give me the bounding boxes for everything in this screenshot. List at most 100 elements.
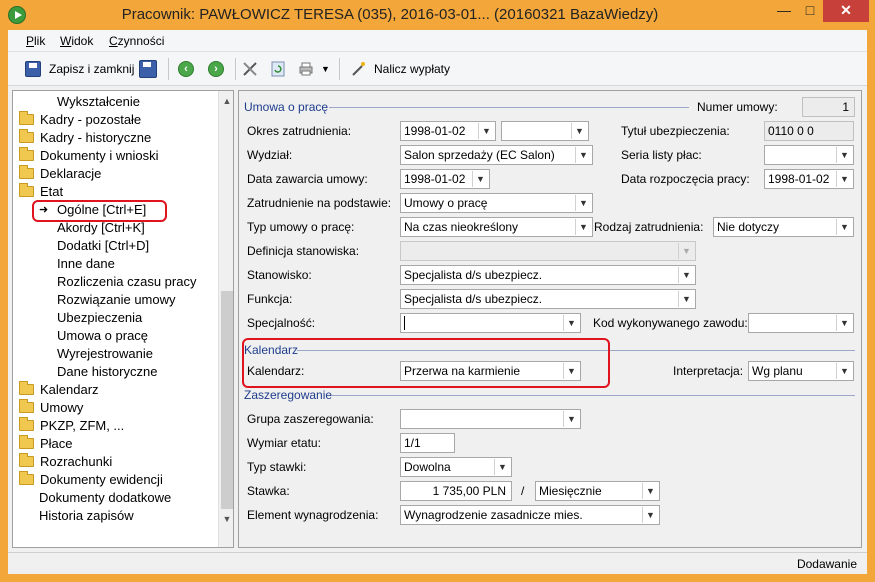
title-bar[interactable]: Pracownik: PAWŁOWICZ TERESA (035), 2016-…: [0, 0, 875, 30]
chevron-down-icon[interactable]: ▼: [563, 315, 579, 331]
tree-item[interactable]: Ubezpieczenia: [57, 309, 142, 327]
contract-date-label: Data zawarcia umowy:: [247, 172, 368, 186]
application-window: Pracownik: PAWŁOWICZ TERESA (035), 2016-…: [0, 0, 875, 582]
chevron-down-icon[interactable]: ▼: [575, 219, 591, 235]
tree-item[interactable]: Dokumenty i wnioski: [19, 147, 159, 165]
tree-item-label: Dokumenty dodatkowe: [39, 490, 172, 505]
tree-item-label: Inne dane: [57, 256, 115, 271]
tree-item[interactable]: Inne dane: [57, 255, 115, 273]
scroll-up-icon[interactable]: ▲: [219, 93, 233, 109]
refresh-button[interactable]: [270, 59, 286, 79]
grade-group-select[interactable]: ▼: [400, 409, 581, 429]
tree-item[interactable]: Kalendarz: [19, 381, 99, 399]
chevron-down-icon[interactable]: ▼: [575, 195, 591, 211]
chevron-down-icon[interactable]: ▼: [472, 171, 488, 187]
chevron-down-icon[interactable]: ▼: [571, 123, 587, 139]
tree-item[interactable]: Historia zapisów: [39, 507, 134, 525]
tree-item[interactable]: Rozrachunki: [19, 453, 112, 471]
chevron-down-icon[interactable]: ▼: [678, 291, 694, 307]
chevron-down-icon[interactable]: ▼: [575, 147, 591, 163]
tree-item[interactable]: Kadry - pozostałe: [19, 111, 141, 129]
tree-item[interactable]: Etat: [19, 183, 63, 201]
tree-item[interactable]: Deklaracje: [19, 165, 101, 183]
rate-field[interactable]: 1 735,00 PLN: [400, 481, 512, 501]
position-select[interactable]: Specjalista d/s ubezpiecz. ▼: [400, 265, 696, 285]
window-title: Pracownik: PAWŁOWICZ TERESA (035), 2016-…: [121, 6, 659, 23]
tools-button[interactable]: [242, 59, 258, 79]
save-close-button[interactable]: Zapisz i zamknij: [25, 59, 134, 79]
tree-item[interactable]: Dodatki [Ctrl+D]: [57, 237, 149, 255]
chevron-down-icon[interactable]: ▼: [563, 411, 579, 427]
tree-item-label: Historia zapisów: [39, 508, 134, 523]
rate-period-select[interactable]: Miesięcznie ▼: [535, 481, 660, 501]
tree-item-label: Dokumenty i wnioski: [40, 148, 159, 163]
employment-kind-select[interactable]: Nie dotyczy ▼: [713, 217, 854, 237]
start-date-field[interactable]: 1998-01-02 ▼: [764, 169, 854, 189]
work-time-field[interactable]: 1/1: [400, 433, 455, 453]
folder-icon: [19, 471, 34, 485]
position-definition-label: Definicja stanowiska:: [247, 244, 360, 258]
maximize-button[interactable]: □: [797, 0, 823, 22]
interpretation-select[interactable]: Wg planu ▼: [748, 361, 854, 381]
back-button[interactable]: ‹: [178, 59, 194, 79]
occupation-code-select[interactable]: ▼: [748, 313, 854, 333]
chevron-down-icon[interactable]: ▼: [321, 64, 330, 74]
scroll-thumb[interactable]: [221, 291, 233, 509]
tree-item-label: Kadry - pozostałe: [40, 112, 142, 127]
tree-item[interactable]: PKZP, ZFM, ...: [19, 417, 124, 435]
tree-item[interactable]: Umowa o pracę: [57, 327, 148, 345]
chevron-down-icon[interactable]: ▼: [478, 123, 494, 139]
tree-item[interactable]: Wykształcenie: [57, 93, 140, 111]
forward-button[interactable]: ›: [208, 59, 224, 79]
tree-item[interactable]: Płace: [19, 435, 73, 453]
calculate-pay-label: Nalicz wypłaty: [374, 62, 451, 76]
status-bar: Dodawanie: [8, 552, 867, 574]
employment-to-field[interactable]: ▼: [501, 121, 589, 141]
department-select[interactable]: Salon sprzedaży (EC Salon) ▼: [400, 145, 593, 165]
tree-item[interactable]: Dane historyczne: [57, 363, 157, 381]
app-icon[interactable]: [8, 6, 26, 24]
chevron-down-icon[interactable]: ▼: [642, 507, 658, 523]
chevron-down-icon[interactable]: ▼: [678, 267, 694, 283]
save-button[interactable]: [139, 59, 157, 79]
contract-type-select[interactable]: Na czas nieokreślony ▼: [400, 217, 593, 237]
tree-item[interactable]: Rozliczenia czasu pracy: [57, 273, 196, 291]
scroll-down-icon[interactable]: ▼: [219, 511, 233, 527]
chevron-down-icon[interactable]: ▼: [836, 147, 852, 163]
menu-widok[interactable]: Widok: [60, 34, 93, 48]
contract-date-field[interactable]: 1998-01-02 ▼: [400, 169, 490, 189]
payroll-series-select[interactable]: ▼: [764, 145, 854, 165]
chevron-down-icon[interactable]: ▼: [642, 483, 658, 499]
chevron-down-icon[interactable]: ▼: [836, 363, 852, 379]
menu-plik[interactable]: Plik: [26, 34, 45, 48]
minimize-button[interactable]: —: [771, 0, 797, 22]
chevron-down-icon[interactable]: ▼: [494, 459, 510, 475]
tree-scrollbar[interactable]: ▲ ▼: [218, 91, 233, 547]
tree-item[interactable]: Dokumenty dodatkowe: [39, 489, 171, 507]
employment-basis-select[interactable]: Umowy o pracę ▼: [400, 193, 593, 213]
save-close-label: Zapisz i zamknij: [49, 62, 135, 76]
function-select[interactable]: Specjalista d/s ubezpiecz. ▼: [400, 289, 696, 309]
department-label: Wydział:: [247, 148, 293, 162]
chevron-down-icon[interactable]: ▼: [836, 219, 852, 235]
folder-icon: [19, 129, 34, 143]
tree-item[interactable]: Umowy: [19, 399, 83, 417]
tree-item[interactable]: Dokumenty ewidencji: [19, 471, 163, 489]
magic-wand-icon: [352, 62, 365, 76]
tree-item[interactable]: Kadry - historyczne: [19, 129, 151, 147]
employment-from-field[interactable]: 1998-01-02 ▼: [400, 121, 496, 141]
print-button[interactable]: ▼: [298, 59, 330, 79]
tree-item[interactable]: Wyrejestrowanie: [57, 345, 153, 363]
chevron-down-icon[interactable]: ▼: [836, 171, 852, 187]
pay-element-select[interactable]: Wynagrodzenie zasadnicze mies. ▼: [400, 505, 660, 525]
rate-type-select[interactable]: Dowolna ▼: [400, 457, 512, 477]
rate-separator: /: [521, 484, 525, 498]
chevron-down-icon[interactable]: ▼: [836, 315, 852, 331]
close-button[interactable]: ✕: [823, 0, 869, 22]
tree-item-label: Kadry - historyczne: [40, 130, 152, 145]
specialty-select[interactable]: ▼: [400, 313, 581, 333]
calculate-pay-button[interactable]: Nalicz wypłaty: [350, 59, 450, 79]
tree-item-label: Umowy: [40, 400, 84, 415]
menu-czynnosci[interactable]: Czynności: [109, 34, 164, 48]
tree-item[interactable]: Rozwiązanie umowy: [57, 291, 176, 309]
